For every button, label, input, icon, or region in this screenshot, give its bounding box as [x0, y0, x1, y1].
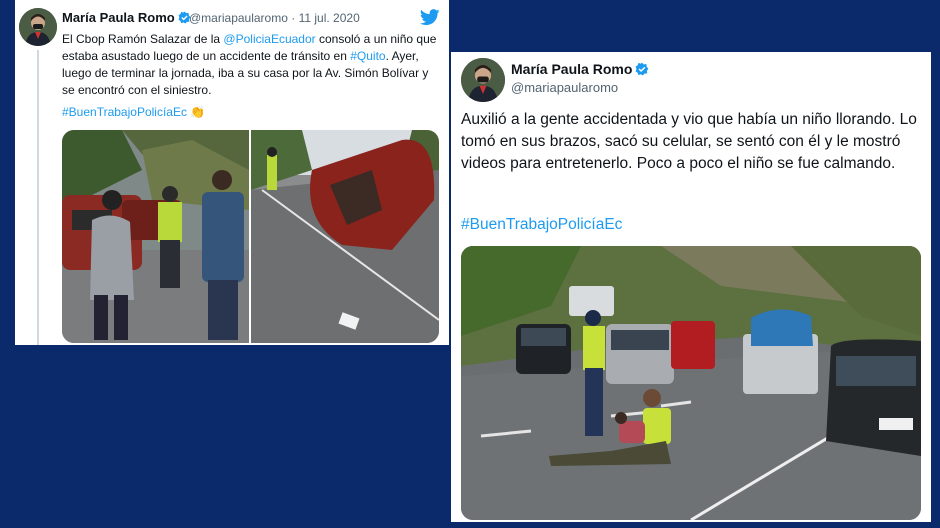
accident-photo-1 [62, 130, 249, 343]
hashtag-link[interactable]: #BuenTrabajoPolicíaEc [461, 216, 622, 234]
separator: · [291, 11, 296, 25]
avatar[interactable] [19, 8, 57, 46]
thread-line [37, 50, 39, 345]
tweet-card-1[interactable]: María Paula Romo @mariapaularomo · 11 ju… [15, 0, 449, 345]
accident-photo-2 [251, 130, 439, 343]
hashtag-link[interactable]: #BuenTrabajoPolicíaEc [62, 105, 187, 119]
verified-badge-icon [635, 62, 649, 79]
author-handle[interactable]: @mariapaularomo [511, 80, 618, 95]
mention-link[interactable]: @PoliciaEcuador [223, 32, 315, 46]
twitter-bird-icon[interactable] [419, 9, 440, 27]
hashtag-line: #BuenTrabajoPolicíaEc 👏 [62, 105, 205, 119]
tweet-text: Auxilió a la gente accidentada y vio que… [461, 111, 917, 172]
tweet-date[interactable]: 11 jul. 2020 [299, 11, 360, 25]
hashtag-quito-link[interactable]: #Quito [350, 49, 385, 63]
tweet-photo[interactable] [461, 246, 921, 520]
tweet-text: El Cbop Ramón Salazar de la @PoliciaEcua… [62, 32, 437, 97]
avatar[interactable] [461, 58, 505, 102]
author-name[interactable]: María Paula Romo [511, 61, 649, 79]
author-handle[interactable]: @mariapaularomo [189, 11, 288, 25]
author-name[interactable]: María Paula Romo [62, 10, 191, 27]
author-meta: @mariapaularomo · 11 jul. 2020 [189, 11, 360, 25]
tweet-photo-grid[interactable] [62, 130, 439, 343]
clapping-hands-icon: 👏 [190, 105, 206, 119]
tweet-card-2[interactable]: María Paula Romo @mariapaularomo Auxilió… [451, 52, 931, 522]
